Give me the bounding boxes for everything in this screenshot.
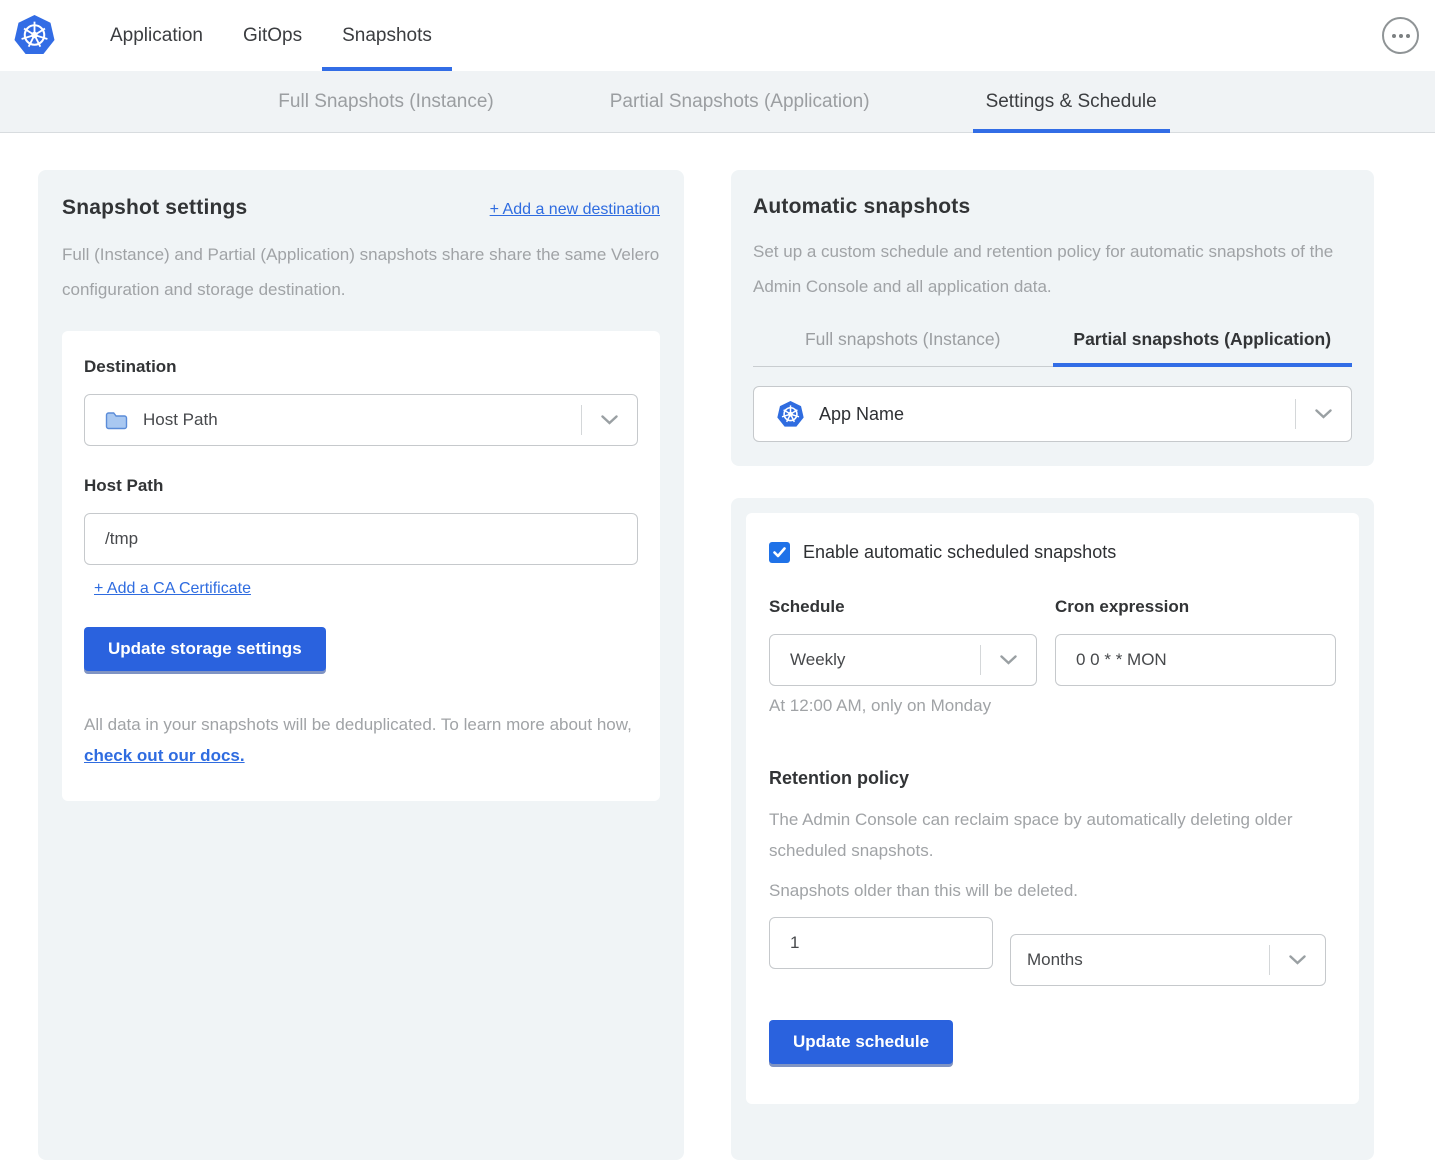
top-nav-items: Application GitOps Snapshots xyxy=(90,0,452,71)
schedule-panel: Enable automatic scheduled snapshots Sch… xyxy=(746,513,1359,1104)
enable-snapshots-row: Enable automatic scheduled snapshots xyxy=(769,542,1336,563)
app-logo[interactable] xyxy=(0,0,75,71)
retention-hint: Snapshots older than this will be delete… xyxy=(769,881,1336,901)
nav-tab-application[interactable]: Application xyxy=(90,0,223,71)
subtab-full-snapshots[interactable]: Full Snapshots (Instance) xyxy=(265,71,506,132)
host-path-label: Host Path xyxy=(84,476,638,496)
cron-readable-hint: At 12:00 AM, only on Monday xyxy=(769,696,1037,716)
add-ca-certificate-link[interactable]: + Add a CA Certificate xyxy=(94,580,251,598)
docs-link[interactable]: check out our docs. xyxy=(84,746,245,765)
retention-policy-description: The Admin Console can reclaim space by a… xyxy=(769,804,1336,866)
destination-value: Host Path xyxy=(143,410,218,430)
subtab-settings-schedule[interactable]: Settings & Schedule xyxy=(973,71,1170,132)
dedupe-note: All data in your snapshots will be dedup… xyxy=(84,709,638,771)
enable-snapshots-checkbox[interactable] xyxy=(769,542,790,563)
automatic-snapshots-description: Set up a custom schedule and retention p… xyxy=(753,234,1352,304)
retention-number-field-wrap xyxy=(769,917,993,969)
update-schedule-button[interactable]: Update schedule xyxy=(769,1020,953,1064)
nav-tab-snapshots[interactable]: Snapshots xyxy=(322,0,452,71)
enable-snapshots-label: Enable automatic scheduled snapshots xyxy=(803,542,1116,563)
overflow-menu-button[interactable] xyxy=(1382,17,1419,54)
retention-unit-value: Months xyxy=(1027,950,1083,970)
chevron-down-icon xyxy=(582,415,637,425)
nav-tab-gitops[interactable]: GitOps xyxy=(223,0,322,71)
automatic-snapshots-card: Automatic snapshots Set up a custom sche… xyxy=(731,170,1374,466)
subtab-partial-snapshots[interactable]: Partial Snapshots (Application) xyxy=(597,71,883,132)
snapshot-settings-card: Snapshot settings + Add a new destinatio… xyxy=(38,170,684,1160)
app-name-value: App Name xyxy=(819,404,904,425)
ellipsis-icon xyxy=(1392,34,1396,38)
top-nav: Application GitOps Snapshots xyxy=(0,0,1435,71)
destination-select[interactable]: Host Path xyxy=(84,394,638,446)
chevron-down-icon xyxy=(1296,409,1351,419)
host-path-field-wrap xyxy=(84,513,638,565)
tab-partial-snapshots-application[interactable]: Partial snapshots (Application) xyxy=(1053,317,1353,367)
host-path-input[interactable] xyxy=(85,514,637,564)
retention-unit-select[interactable]: Months xyxy=(1010,934,1326,986)
folder-icon xyxy=(105,411,128,430)
schedule-interval-value: Weekly xyxy=(790,650,845,670)
check-icon xyxy=(773,547,786,558)
snapshots-subtab-bar: Full Snapshots (Instance) Partial Snapsh… xyxy=(0,71,1435,133)
kubernetes-logo-icon xyxy=(14,15,55,56)
chevron-down-icon xyxy=(1270,955,1325,965)
cron-expression-field-wrap xyxy=(1055,634,1336,686)
chevron-down-icon xyxy=(981,655,1036,665)
add-new-destination-link[interactable]: + Add a new destination xyxy=(490,201,660,219)
destination-label: Destination xyxy=(84,357,177,376)
snapshot-type-tabs: Full snapshots (Instance) Partial snapsh… xyxy=(753,317,1352,367)
update-storage-settings-button[interactable]: Update storage settings xyxy=(84,627,326,671)
snapshot-settings-description: Full (Instance) and Partial (Application… xyxy=(62,237,660,307)
cron-expression-label: Cron expression xyxy=(1055,597,1189,616)
kubernetes-app-icon xyxy=(777,401,804,428)
retention-number-input[interactable] xyxy=(770,918,992,968)
schedule-label: Schedule xyxy=(769,597,845,616)
retention-policy-title: Retention policy xyxy=(769,768,1336,789)
storage-settings-panel: Destination Host Path Host Path + Add a … xyxy=(62,331,660,801)
schedule-card: Enable automatic scheduled snapshots Sch… xyxy=(731,498,1374,1160)
snapshot-settings-title: Snapshot settings xyxy=(62,196,247,220)
schedule-interval-select[interactable]: Weekly xyxy=(769,634,1037,686)
app-name-select[interactable]: App Name xyxy=(753,386,1352,442)
tab-full-snapshots-instance[interactable]: Full snapshots (Instance) xyxy=(753,317,1053,367)
automatic-snapshots-title: Automatic snapshots xyxy=(753,195,1352,219)
cron-expression-input[interactable] xyxy=(1056,635,1335,685)
